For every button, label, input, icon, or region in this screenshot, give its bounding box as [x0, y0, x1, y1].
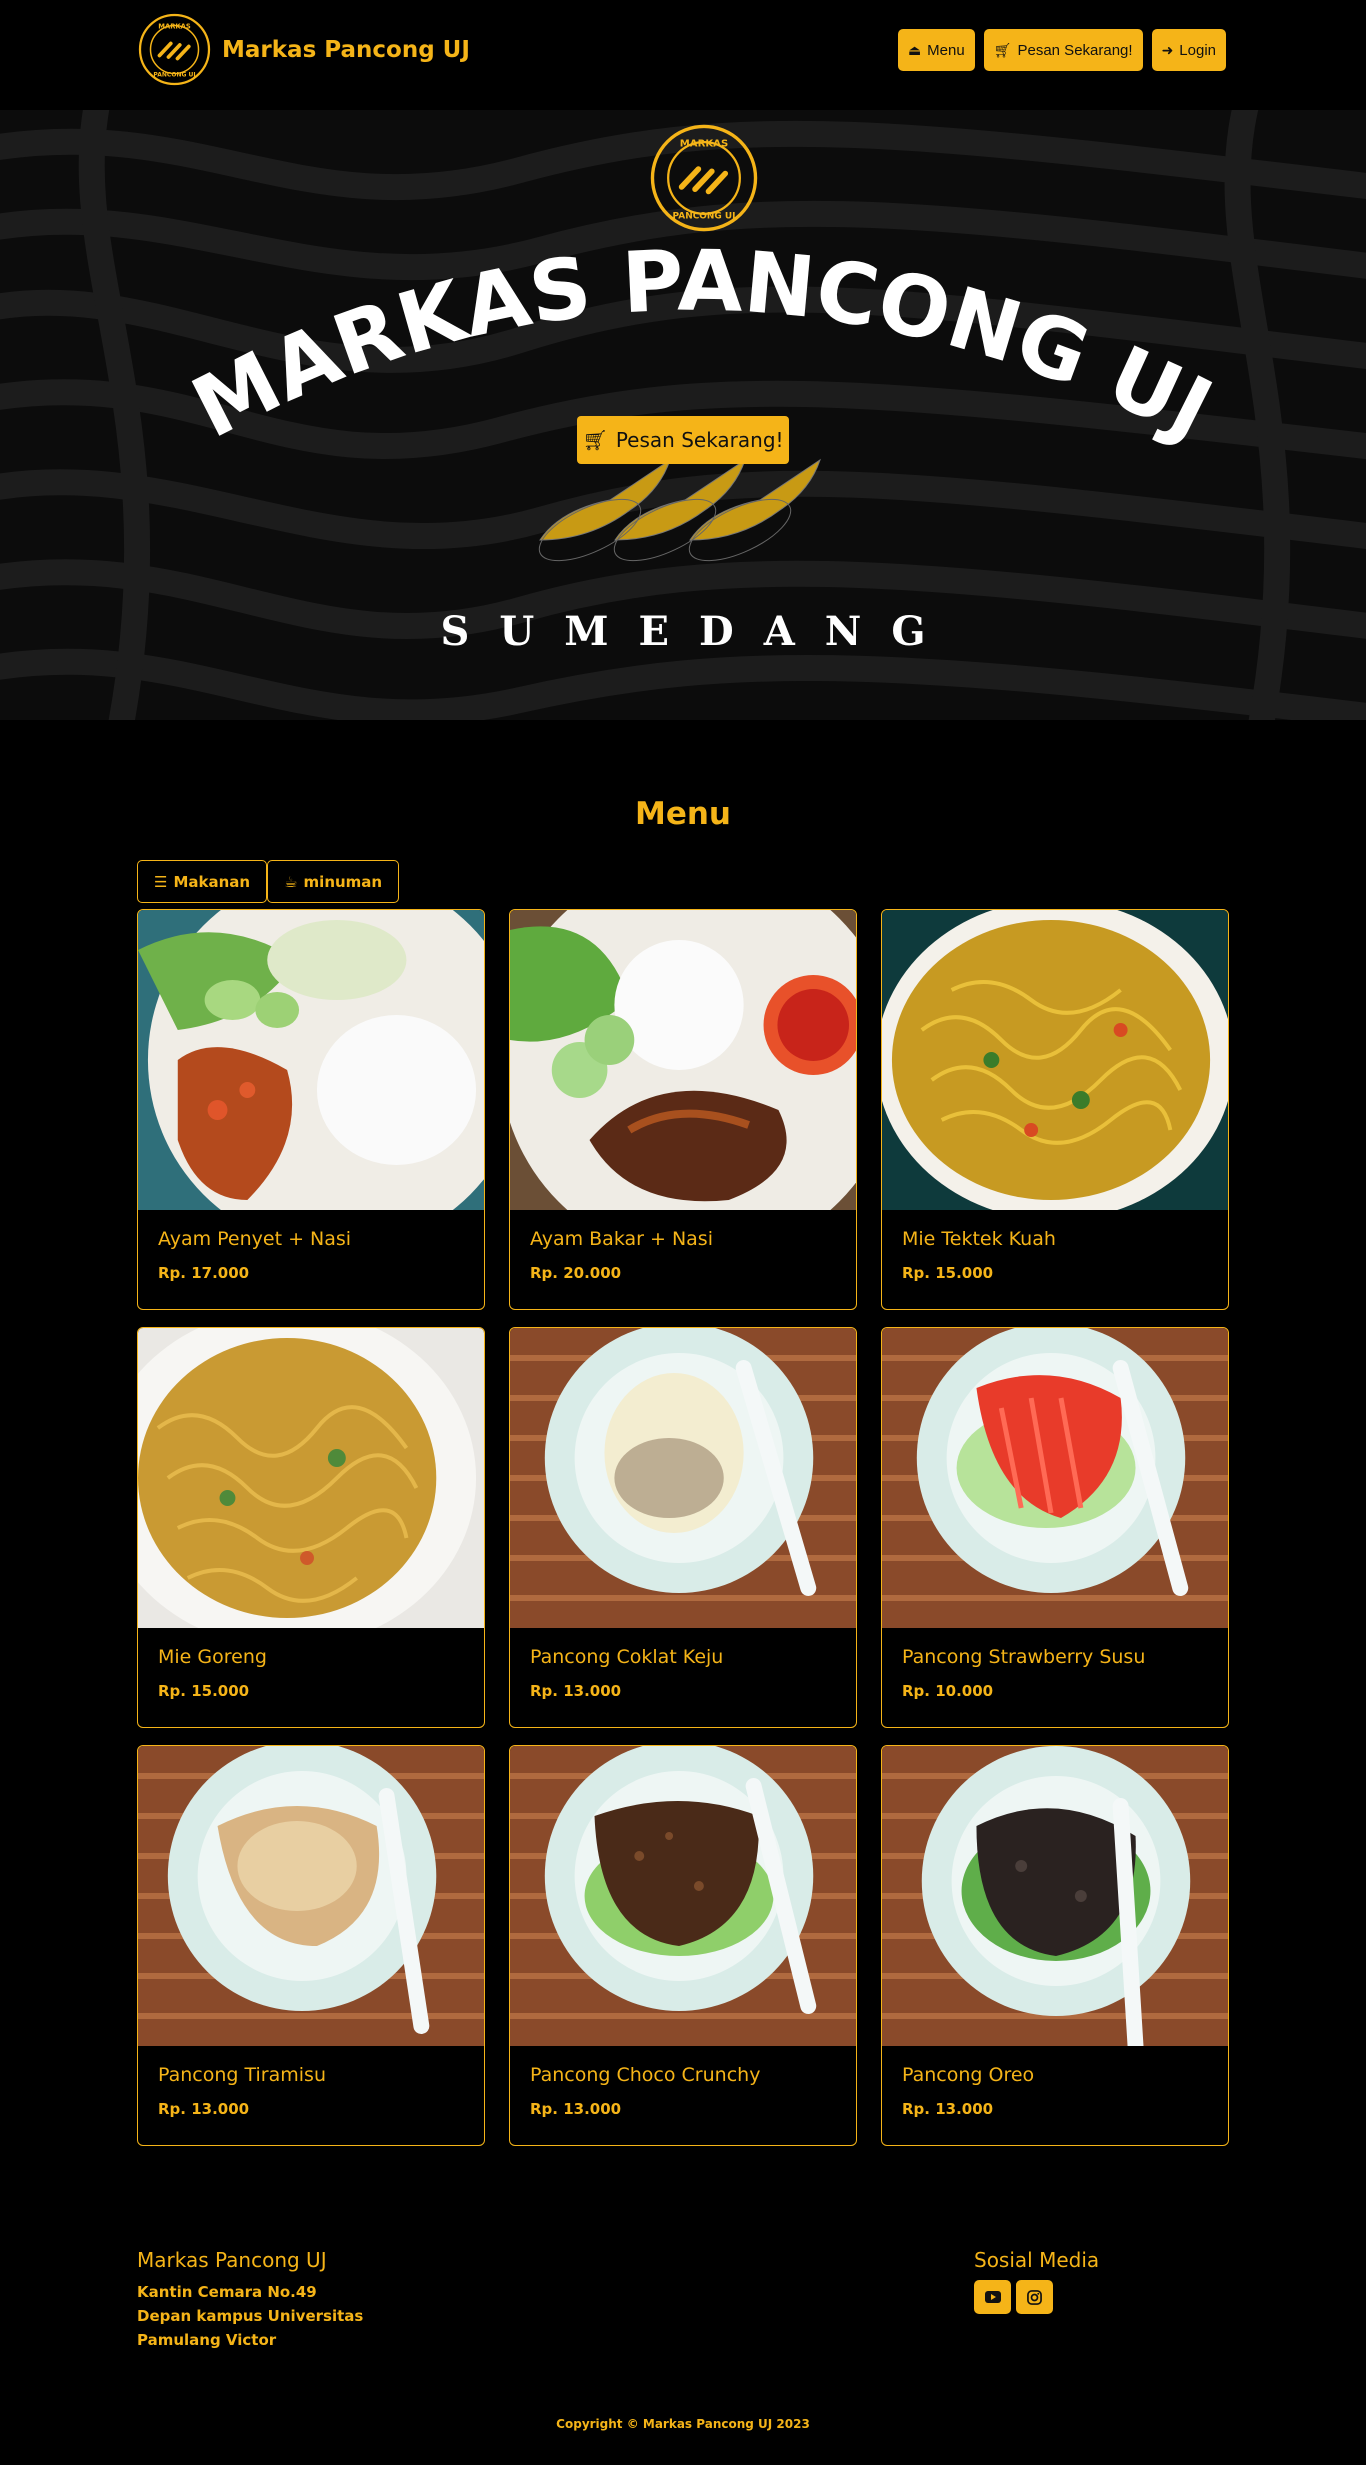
address-line: Kantin Cemara No.49 [137, 2283, 317, 2301]
food-photo [138, 910, 484, 1210]
food-photo [138, 1328, 484, 1628]
menu-item-name: Pancong Oreo [902, 2064, 1035, 2086]
cart-icon: 🛒︎ [993, 41, 1012, 58]
menu-card[interactable]: Ayam Penyet + Nasi Rp. 17.000 [137, 909, 485, 1310]
brand-logo: MARKAS PANCONG UJ [138, 13, 211, 86]
filter-makanan-label: Makanan [173, 872, 251, 891]
food-photo [510, 1328, 856, 1628]
address-line: Depan kampus Universitas [137, 2307, 364, 2325]
filter-makanan[interactable]: ☰ Makanan [137, 860, 268, 903]
menu-item-name: Pancong Strawberry Susu [902, 1646, 1146, 1668]
food-photo [138, 1746, 484, 2046]
menu-item-price: Rp. 20.000 [530, 1264, 622, 1282]
menu-item-price: Rp. 17.000 [158, 1264, 250, 1282]
menu-item-price: Rp. 10.000 [902, 1682, 994, 1700]
bowl-icon: ⏏ [907, 41, 922, 58]
menu-heading: Menu [634, 796, 731, 832]
footer-info: Markas Pancong UJ Kantin Cemara No.49 De… [137, 2248, 367, 2352]
menu-card[interactable]: Ayam Bakar + Nasi Rp. 20.000 [509, 909, 857, 1310]
address-line: Pamulang Victor [137, 2331, 277, 2349]
nav-buttons: ⏏ Menu 🛒︎ Pesan Sekarang! ➜ Login [897, 29, 1226, 71]
social-links [974, 2280, 1099, 2314]
menu-card[interactable]: Mie Tektek Kuah Rp. 15.000 [881, 909, 1229, 1310]
menu-item-name: Ayam Penyet + Nasi [158, 1228, 352, 1250]
menu-filters: ☰ Makanan ☕︎ minuman [137, 860, 400, 903]
hero-subtitle: SUMEDANG [440, 608, 956, 655]
menu-card[interactable]: Pancong Tiramisu Rp. 13.000 [137, 1745, 485, 2146]
login-icon: ➜ [1161, 41, 1174, 58]
menu-item-price: Rp. 13.000 [902, 2100, 994, 2118]
filter-minuman-label: minuman [303, 872, 383, 891]
food-photo [510, 910, 856, 1210]
menu-button[interactable]: ⏏ Menu [897, 29, 975, 71]
food-photo [882, 1746, 1228, 2046]
food-photo [882, 1328, 1228, 1628]
brand-name: Markas Pancong UJ [222, 36, 470, 63]
svg-text:MARKAS: MARKAS [158, 23, 191, 31]
filter-minuman[interactable]: ☕︎ minuman [267, 860, 400, 903]
menu-grid: Ayam Penyet + Nasi Rp. 17.000 Ayam Bakar… [137, 909, 1229, 2146]
hero-order-button-label: Pesan Sekarang! [615, 428, 784, 452]
menu-item-name: Ayam Bakar + Nasi [530, 1228, 713, 1250]
menu-item-name: Pancong Tiramisu [158, 2064, 326, 2086]
login-button-label: Login [1179, 41, 1216, 59]
menu-item-name: Mie Goreng [158, 1646, 267, 1668]
menu-item-price: Rp. 13.000 [158, 2100, 250, 2118]
instagram-icon [1027, 2289, 1042, 2305]
menu-card[interactable]: Pancong Coklat Keju Rp. 13.000 [509, 1327, 857, 1728]
menu-card[interactable]: Mie Goreng Rp. 15.000 [137, 1327, 485, 1728]
cup-icon: ☕︎ [284, 872, 298, 891]
cart-icon: 🛒︎ [582, 428, 608, 452]
youtube-icon [984, 2291, 1001, 2303]
hero-banner: MARKAS PANCONG UJ MARKAS PANCONG UJ 🛒︎ P… [0, 110, 1366, 720]
menu-item-name: Pancong Choco Crunchy [530, 2064, 761, 2086]
menu-card[interactable]: Pancong Choco Crunchy Rp. 13.000 [509, 1745, 857, 2146]
menu-item-price: Rp. 15.000 [158, 1682, 250, 1700]
order-now-button-label: Pesan Sekarang! [1017, 41, 1133, 59]
food-photo [510, 1746, 856, 2046]
menu-button-label: Menu [927, 41, 965, 59]
footer-title: Markas Pancong UJ [137, 2248, 327, 2272]
copyright: Copyright © Markas Pancong UJ 2023 [556, 2417, 810, 2431]
order-now-button[interactable]: 🛒︎ Pesan Sekarang! [983, 29, 1143, 71]
svg-text:PANCONG UJ: PANCONG UJ [153, 72, 195, 79]
hero-order-button[interactable]: 🛒︎ Pesan Sekarang! [577, 416, 789, 464]
navbar: MARKAS PANCONG UJ Markas Pancong UJ ⏏ Me… [0, 0, 1366, 100]
youtube-button[interactable] [974, 2280, 1011, 2314]
food-photo [882, 910, 1228, 1210]
footer-address: Kantin Cemara No.49 Depan kampus Univers… [137, 2280, 367, 2352]
burger-icon: ☰ [154, 872, 168, 891]
footer-social: Sosial Media [974, 2248, 1099, 2314]
login-button[interactable]: ➜ Login [1151, 29, 1226, 71]
menu-card[interactable]: Pancong Oreo Rp. 13.000 [881, 1745, 1229, 2146]
social-title: Sosial Media [974, 2248, 1100, 2272]
menu-item-name: Mie Tektek Kuah [902, 1228, 1056, 1250]
instagram-button[interactable] [1016, 2280, 1053, 2314]
menu-item-price: Rp. 13.000 [530, 1682, 622, 1700]
menu-item-price: Rp. 15.000 [902, 1264, 994, 1282]
menu-card[interactable]: Pancong Strawberry Susu Rp. 10.000 [881, 1327, 1229, 1728]
brand[interactable]: MARKAS PANCONG UJ Markas Pancong UJ [137, 12, 470, 87]
menu-item-price: Rp. 13.000 [530, 2100, 622, 2118]
menu-item-name: Pancong Coklat Keju [530, 1646, 724, 1668]
